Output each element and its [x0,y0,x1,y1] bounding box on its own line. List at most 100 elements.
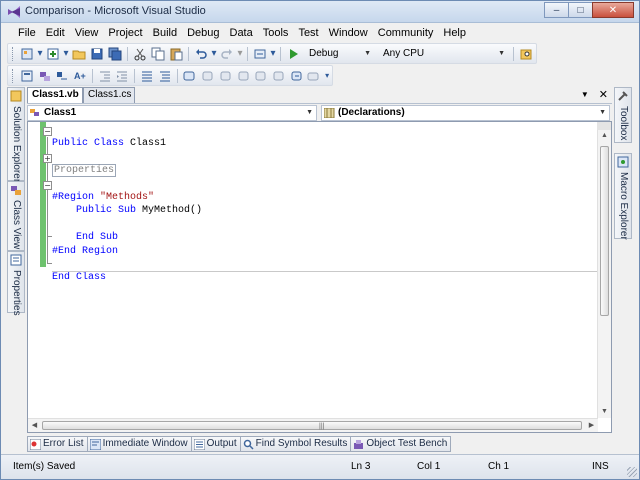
minimize-button[interactable]: – [544,2,569,18]
new-project-icon[interactable] [19,46,35,62]
comment-out-icon[interactable] [139,68,155,84]
properties-icon [10,254,22,266]
vertical-scrollbar[interactable]: ▲ ▼ [597,122,611,418]
quick-info-icon[interactable]: A+ [72,68,88,84]
solution-platform-combo[interactable]: Any CPU ▼ [378,46,508,62]
uncomment-icon[interactable] [157,68,173,84]
menu-file[interactable]: File [13,23,41,43]
tab-find-symbol-results[interactable]: Find Symbol Results [239,436,352,452]
dropdown-arrow-icon[interactable]: ▾ [211,46,217,62]
menu-data[interactable]: Data [225,23,258,43]
menu-tools[interactable]: Tools [258,23,294,43]
solution-configuration-combo[interactable]: Debug ▼ [304,46,374,62]
indicator-margin[interactable] [28,122,40,418]
next-bookmark-icon[interactable] [217,68,233,84]
horizontal-scrollbar[interactable]: ◀ ||| ▶ [28,418,598,432]
immediate-window-label: Immediate Window [102,438,188,449]
code-text[interactable]: Public Class Class1 Properties #Region "… [52,124,202,285]
previous-bookmark-folder-icon[interactable] [235,68,251,84]
resize-grip-icon[interactable] [627,467,637,477]
tab-immediate-window[interactable]: Immediate Window [86,436,192,452]
dropdown-arrow-icon[interactable]: ▾ [237,46,243,62]
menu-test[interactable]: Test [293,23,323,43]
member-dropdown[interactable]: (Declarations) ▼ [321,105,610,121]
member-list-icon[interactable] [37,68,53,84]
navigate-backward-icon[interactable] [252,46,268,62]
menu-build[interactable]: Build [148,23,182,43]
scroll-up-icon[interactable]: ▲ [598,130,611,142]
next-bookmark-folder-icon[interactable] [252,68,268,84]
solution-explorer-tab[interactable]: Solution Explorer [7,87,25,183]
splitter-handle[interactable] [597,122,611,130]
dropdown-arrow-icon[interactable]: ▾ [270,46,276,62]
cut-icon[interactable] [132,46,148,62]
collapse-region-toggle[interactable]: − [43,181,52,190]
toolbar-grip[interactable] [12,46,15,61]
close-button[interactable]: ✕ [592,2,634,18]
tab-output[interactable]: Output [190,436,241,452]
collapsed-properties-region[interactable]: Properties [52,164,117,178]
toolbox-tab[interactable]: Toolbox [614,87,632,143]
toolbar-grip[interactable] [12,68,15,83]
toggle-bookmark-icon[interactable] [182,68,198,84]
tab-error-list[interactable]: Error List [27,436,88,452]
class-icon [30,109,39,116]
scroll-right-icon[interactable]: ▶ [585,420,598,432]
tab-object-test-bench[interactable]: Object Test Bench [350,436,452,452]
class-view-icon [11,186,21,195]
start-debugging-icon[interactable] [285,46,301,62]
title-bar[interactable]: Comparison - Microsoft Visual Studio – □… [1,1,639,23]
paste-icon[interactable] [168,46,184,62]
menu-edit[interactable]: Edit [41,23,70,43]
next-bookmark-document-icon[interactable] [288,68,304,84]
undo-icon[interactable] [193,46,209,62]
document-strip-buttons: ▼ ✕ [581,88,608,102]
status-insert-mode: INS [592,461,609,472]
class-view-tab[interactable]: Class View [7,181,25,251]
parameter-info-icon[interactable] [54,68,70,84]
horizontal-scroll-thumb[interactable]: ||| [42,421,582,430]
code-editor[interactable]: − + − Public Class Class1 Properties #Re… [27,121,612,433]
maximize-button[interactable]: □ [568,2,593,18]
menu-window[interactable]: Window [324,23,373,43]
save-all-icon[interactable] [107,46,123,62]
object-browser-icon[interactable] [19,68,35,84]
previous-bookmark-icon[interactable] [199,68,215,84]
previous-bookmark-document-icon[interactable] [270,68,286,84]
clear-bookmarks-icon[interactable] [305,68,321,84]
menu-view[interactable]: View [70,23,104,43]
code-keyword: #Region [52,192,95,204]
type-dropdown[interactable]: Class1 ▼ [27,105,317,121]
decrease-indent-icon[interactable] [97,68,113,84]
redo-icon[interactable] [219,46,235,62]
macro-explorer-tab[interactable]: Macro Explorer [614,153,632,240]
dropdown-arrow-icon[interactable]: ▾ [37,46,43,62]
tab-class1-vb[interactable]: Class1.vb [27,87,83,103]
code-string: "Methods" [100,192,155,204]
menu-debug[interactable]: Debug [182,23,224,43]
scroll-down-icon[interactable]: ▼ [598,406,611,418]
find-in-files-icon[interactable] [518,46,534,62]
collapse-class-toggle[interactable]: − [43,127,52,136]
save-icon[interactable] [89,46,105,62]
code-keyword: #End Region [52,245,119,257]
chevron-down-icon: ▼ [364,49,371,57]
close-document-icon[interactable]: ✕ [599,88,608,102]
scroll-left-icon[interactable]: ◀ [28,420,41,432]
increase-indent-icon[interactable] [114,68,130,84]
menu-project[interactable]: Project [103,23,147,43]
properties-tab[interactable]: Properties [7,251,25,316]
dropdown-arrow-icon[interactable]: ▾ [63,46,69,62]
solution-explorer-label: Solution Explorer [11,106,22,183]
copy-icon[interactable] [150,46,166,62]
active-files-dropdown-icon[interactable]: ▼ [581,88,589,102]
tab-class1-cs[interactable]: Class1.cs [83,87,135,103]
menu-help[interactable]: Help [438,23,471,43]
menu-community[interactable]: Community [373,23,439,43]
dropdown-arrow-icon[interactable]: ▾ [323,68,331,84]
expand-properties-toggle[interactable]: + [43,154,52,163]
vertical-scroll-thumb[interactable] [600,146,609,316]
add-item-icon[interactable] [45,46,61,62]
open-folder-icon[interactable] [71,46,87,62]
toolbar-separator [176,68,178,83]
